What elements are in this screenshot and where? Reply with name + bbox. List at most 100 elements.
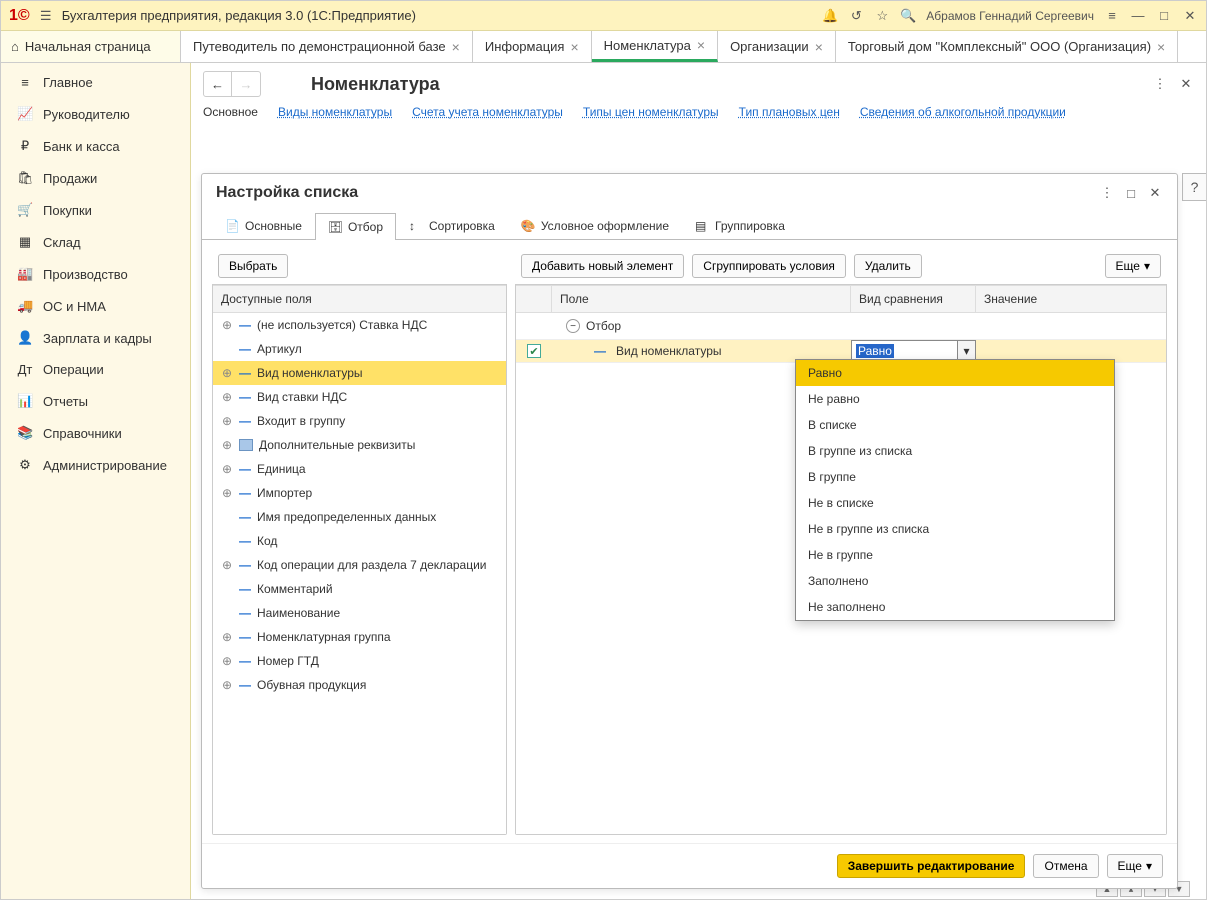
dropdown-item[interactable]: Не заполнено — [796, 594, 1114, 620]
collapse-icon[interactable]: − — [566, 319, 580, 333]
dropdown-item[interactable]: Не в списке — [796, 490, 1114, 516]
dropdown-item[interactable]: В группе из списка — [796, 438, 1114, 464]
sidebar-item-11[interactable]: 📚Справочники — [1, 417, 190, 449]
sidebar-item-3[interactable]: 🛍Продажи — [1, 162, 190, 194]
dropdown-item[interactable]: Не в группе — [796, 542, 1114, 568]
sidebar-item-8[interactable]: 👤Зарплата и кадры — [1, 322, 190, 354]
tree-row[interactable]: —Код — [213, 529, 506, 553]
dropdown-item[interactable]: Не равно — [796, 386, 1114, 412]
tab-close-icon[interactable]: × — [815, 39, 823, 55]
tree-row[interactable]: ⊕—Код операции для раздела 7 декларации — [213, 553, 506, 577]
dialog-tab-1[interactable]: 🗄Отбор — [315, 213, 396, 240]
tree-row[interactable]: ⊕—Вид номенклатуры — [213, 361, 506, 385]
delete-button[interactable]: Удалить — [854, 254, 922, 278]
subnav-link-4[interactable]: Тип плановых цен — [739, 105, 840, 119]
tab-3[interactable]: Организации× — [718, 31, 836, 62]
tab-1[interactable]: Информация× — [473, 31, 592, 62]
expand-icon[interactable]: ⊕ — [221, 462, 233, 476]
expand-icon[interactable]: ⊕ — [221, 390, 233, 404]
help-button[interactable]: ? — [1182, 173, 1206, 201]
cancel-button[interactable]: Отмена — [1033, 854, 1098, 878]
tree-row[interactable]: ⊕—Обувная продукция — [213, 673, 506, 697]
subnav-link-5[interactable]: Сведения об алкогольной продукции — [860, 105, 1066, 119]
tab-close-icon[interactable]: × — [1157, 39, 1165, 55]
tree-row[interactable]: ⊕—Вид ставки НДС — [213, 385, 506, 409]
select-button[interactable]: Выбрать — [218, 254, 288, 278]
hamburger-icon[interactable]: ☰ — [38, 8, 54, 24]
expand-icon[interactable]: ⊕ — [221, 414, 233, 428]
sidebar-item-5[interactable]: ▦Склад — [1, 226, 190, 258]
user-name[interactable]: Абрамов Геннадий Сергеевич — [926, 9, 1094, 23]
sidebar-item-0[interactable]: ≡Главное — [1, 67, 190, 98]
dialog-close-icon[interactable]: ✕ — [1147, 185, 1163, 201]
expand-icon[interactable]: ⊕ — [221, 654, 233, 668]
nav-back-button[interactable]: ← — [204, 72, 232, 96]
sidebar-item-10[interactable]: 📊Отчеты — [1, 385, 190, 417]
tree-row[interactable]: —Имя предопределенных данных — [213, 505, 506, 529]
sidebar-item-7[interactable]: 🚚ОС и НМА — [1, 290, 190, 322]
filter-checkbox[interactable]: ✔ — [527, 344, 541, 358]
expand-icon[interactable]: ⊕ — [221, 438, 233, 452]
add-element-button[interactable]: Добавить новый элемент — [521, 254, 684, 278]
dialog-tab-0[interactable]: 📄Основные — [212, 212, 315, 239]
expand-icon[interactable]: ⊕ — [221, 630, 233, 644]
tab-0[interactable]: Путеводитель по демонстрационной базе× — [181, 31, 473, 62]
sidebar-item-6[interactable]: 🏭Производство — [1, 258, 190, 290]
maximize-icon[interactable]: □ — [1156, 8, 1172, 24]
tree-row[interactable]: ⊕—Входит в группу — [213, 409, 506, 433]
subnav-link-1[interactable]: Виды номенклатуры — [278, 105, 392, 119]
tree-row[interactable]: —Комментарий — [213, 577, 506, 601]
tree-row[interactable]: ⊕—Импортер — [213, 481, 506, 505]
close-icon[interactable]: ✕ — [1182, 8, 1198, 24]
subnav-link-3[interactable]: Типы цен номенклатуры — [583, 105, 719, 119]
finish-editing-button[interactable]: Завершить редактирование — [837, 854, 1026, 878]
combo-dropdown-button[interactable]: ▾ — [957, 341, 975, 361]
expand-icon[interactable]: ⊕ — [221, 678, 233, 692]
dialog-tab-4[interactable]: ▤Группировка — [682, 212, 798, 239]
history-icon[interactable]: ↺ — [848, 8, 864, 24]
filter-root[interactable]: − Отбор — [516, 313, 1166, 340]
dropdown-item[interactable]: Заполнено — [796, 568, 1114, 594]
expand-icon[interactable]: ⊕ — [221, 366, 233, 380]
footer-more-button[interactable]: Еще ▾ — [1107, 854, 1163, 878]
tab-home[interactable]: ⌂ Начальная страница — [1, 31, 181, 62]
tree-row[interactable]: ⊕—Номенклатурная группа — [213, 625, 506, 649]
dialog-menu-icon[interactable]: ⋮ — [1099, 185, 1115, 201]
expand-icon[interactable]: ⊕ — [221, 558, 233, 572]
tree-row[interactable]: —Артикул — [213, 337, 506, 361]
page-menu-icon[interactable]: ⋮ — [1152, 76, 1168, 92]
nav-forward-button[interactable]: → — [232, 72, 260, 96]
tab-close-icon[interactable]: × — [570, 39, 578, 55]
sidebar-item-2[interactable]: ₽Банк и касса — [1, 130, 190, 162]
tab-close-icon[interactable]: × — [452, 39, 460, 55]
dropdown-item[interactable]: Равно — [796, 360, 1114, 386]
more-button[interactable]: Еще ▾ — [1105, 254, 1161, 278]
page-close-icon[interactable]: ✕ — [1178, 76, 1194, 92]
sidebar-item-4[interactable]: 🛒Покупки — [1, 194, 190, 226]
subnav-link-0[interactable]: Основное — [203, 105, 258, 119]
dialog-tab-2[interactable]: ↕Сортировка — [396, 212, 508, 239]
dropdown-item[interactable]: В списке — [796, 412, 1114, 438]
expand-icon[interactable]: ⊕ — [221, 486, 233, 500]
tree-row[interactable]: —Наименование — [213, 601, 506, 625]
tab-4[interactable]: Торговый дом "Комплексный" ООО (Организа… — [836, 31, 1178, 62]
star-icon[interactable]: ☆ — [874, 8, 890, 24]
search-icon[interactable]: 🔍 — [900, 8, 916, 24]
tree-row[interactable]: ⊕—Единица — [213, 457, 506, 481]
tab-close-icon[interactable]: × — [697, 37, 705, 53]
minimize-icon[interactable]: — — [1130, 8, 1146, 24]
dropdown-item[interactable]: Не в группе из списка — [796, 516, 1114, 542]
tree-row[interactable]: ⊕—(не используется) Ставка НДС — [213, 313, 506, 337]
tree-row[interactable]: ⊕—Номер ГТД — [213, 649, 506, 673]
sidebar-item-9[interactable]: ДтОперации — [1, 354, 190, 385]
filter-value-cell[interactable] — [976, 347, 1166, 355]
bell-icon[interactable]: 🔔 — [822, 8, 838, 24]
dialog-maximize-icon[interactable]: □ — [1123, 185, 1139, 201]
dropdown-item[interactable]: В группе — [796, 464, 1114, 490]
group-conditions-button[interactable]: Сгруппировать условия — [692, 254, 846, 278]
expand-icon[interactable]: ⊕ — [221, 318, 233, 332]
tree-row[interactable]: ⊕Дополнительные реквизиты — [213, 433, 506, 457]
subnav-link-2[interactable]: Счета учета номенклатуры — [412, 105, 563, 119]
sidebar-item-12[interactable]: ⚙Администрирование — [1, 449, 190, 481]
sidebar-item-1[interactable]: 📈Руководителю — [1, 98, 190, 130]
